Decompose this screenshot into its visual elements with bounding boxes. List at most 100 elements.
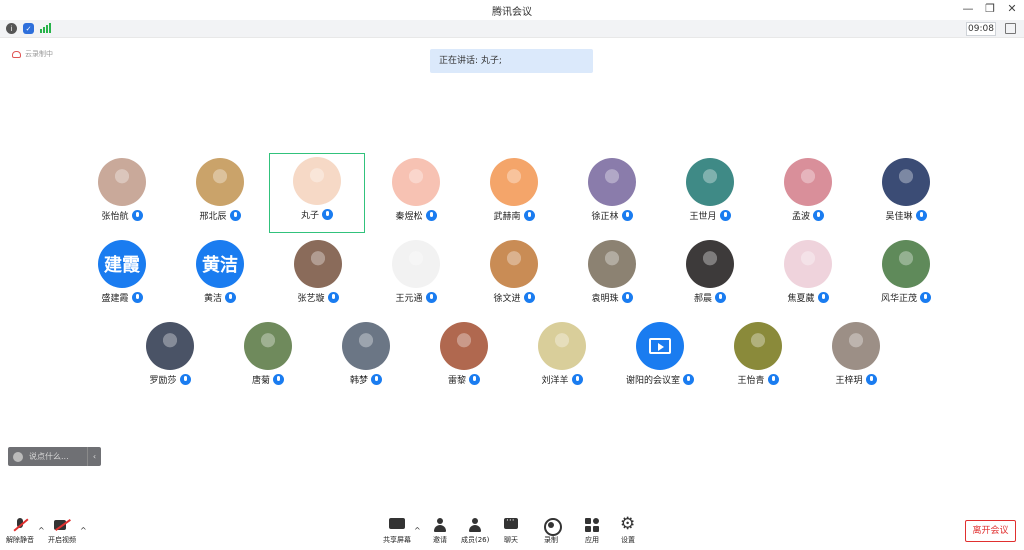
- participant-name: 郝晨: [693, 294, 712, 304]
- leave-meeting-button[interactable]: 离开会议: [965, 520, 1016, 542]
- info-icon[interactable]: i: [6, 23, 17, 34]
- meeting-clock: 09:08: [966, 22, 996, 36]
- mic-icon: [817, 292, 829, 303]
- participant-name: 邢北辰: [199, 212, 227, 222]
- signal-icon[interactable]: [40, 23, 51, 33]
- chat-label: 聊天: [504, 536, 518, 544]
- bottom-toolbar: 解除静音 ^ 开启视频 ^ 共享屏幕 ^ 邀请 成员(26) 聊天 录制 应用 …: [0, 512, 1024, 550]
- participant-name: 焦夏葳: [787, 294, 815, 304]
- participant-tile[interactable]: 袁明珠: [564, 236, 660, 316]
- participant-tile[interactable]: 建霞 盛建霞: [74, 236, 170, 316]
- share-screen-button[interactable]: 共享屏幕: [383, 518, 411, 545]
- participant-name-row: 盛建霞: [74, 291, 170, 304]
- unmute-button[interactable]: 解除静音: [6, 518, 34, 545]
- participant-tile[interactable]: 秦煜松: [368, 154, 464, 234]
- participant-name: 风华正茂: [880, 294, 917, 304]
- emoji-icon[interactable]: [13, 451, 23, 462]
- participant-tile[interactable]: 王怡青: [710, 318, 806, 398]
- mic-icon: [767, 374, 779, 385]
- participant-name-row: 吴佳琳: [858, 209, 954, 222]
- participant-tile[interactable]: 徐文进: [466, 236, 562, 316]
- participant-name: 唐菊: [251, 376, 270, 386]
- invite-button[interactable]: 邀请: [432, 518, 448, 545]
- participant-name-row: 郝晨: [662, 291, 758, 304]
- participant-tile[interactable]: 焦夏葳: [760, 236, 856, 316]
- mic-icon: [865, 374, 877, 385]
- chevron-left-icon[interactable]: ‹: [87, 447, 101, 466]
- participant-tile[interactable]: 黄洁 黄洁: [172, 236, 268, 316]
- participant-tile[interactable]: 郝晨: [662, 236, 758, 316]
- record-label: 录制: [544, 536, 558, 544]
- participant-tile[interactable]: 邢北辰: [172, 154, 268, 234]
- participant-tile[interactable]: 武赫南: [466, 154, 562, 234]
- avatar: [392, 240, 440, 288]
- participant-tile[interactable]: 罗励莎: [122, 318, 218, 398]
- recording-label: 云录制中: [25, 50, 53, 58]
- mic-icon: [131, 210, 143, 221]
- apps-icon: [584, 518, 600, 532]
- participant-tile[interactable]: 王世月: [662, 154, 758, 234]
- unmute-label: 解除静音: [6, 536, 34, 544]
- participant-tile[interactable]: 孟波: [760, 154, 856, 234]
- participant-name: 王怡青: [737, 376, 765, 386]
- audio-options-caret[interactable]: ^: [38, 526, 45, 535]
- chat-button[interactable]: 聊天: [503, 516, 519, 545]
- minimize-icon[interactable]: —: [962, 2, 974, 15]
- avatar: [686, 240, 734, 288]
- participant-tile[interactable]: 王元通: [368, 236, 464, 316]
- participant-tile[interactable]: 雷黎: [416, 318, 512, 398]
- participant-tile[interactable]: 吴佳琳: [858, 154, 954, 234]
- members-button[interactable]: 成员(26): [461, 518, 489, 545]
- participant-name: 罗励莎: [149, 376, 177, 386]
- restore-icon[interactable]: ❐: [984, 2, 996, 15]
- participant-tile[interactable]: 张艺璇: [270, 236, 366, 316]
- avatar: [294, 240, 342, 288]
- participant-name: 张艺璇: [297, 294, 325, 304]
- record-button[interactable]: 录制: [543, 518, 562, 545]
- avatar: [784, 240, 832, 288]
- participant-tile[interactable]: 风华正茂: [858, 236, 954, 316]
- mic-icon: [683, 374, 694, 385]
- participant-tile[interactable]: 唐菊: [220, 318, 316, 398]
- avatar: [98, 158, 146, 206]
- participant-name: 丸子: [300, 211, 319, 221]
- gear-icon: [620, 514, 636, 534]
- start-video-button[interactable]: 开启视频: [48, 518, 76, 545]
- participant-name-row: 王怡青: [710, 373, 806, 386]
- video-options-caret[interactable]: ^: [80, 526, 87, 535]
- mic-icon: [715, 292, 726, 303]
- mic-icon: [920, 292, 931, 303]
- participant-tile[interactable]: 王梓玥: [808, 318, 904, 398]
- avatar: [196, 158, 244, 206]
- shield-icon[interactable]: ✓: [23, 23, 34, 34]
- participant-tile[interactable]: 谢阳的会议室: [612, 318, 708, 398]
- participant-name: 袁明珠: [591, 294, 619, 304]
- close-icon[interactable]: ✕: [1006, 2, 1018, 15]
- participant-tile[interactable]: 徐正林: [564, 154, 660, 234]
- window-title: 腾讯会议: [492, 7, 532, 18]
- share-screen-label: 共享屏幕: [383, 536, 411, 544]
- mic-icon: [131, 292, 143, 303]
- participant-tile[interactable]: 丸子: [269, 153, 365, 233]
- recording-indicator[interactable]: 云录制中: [12, 49, 53, 59]
- participant-name-row: 王世月: [662, 209, 758, 222]
- avatar: [490, 158, 538, 206]
- participant-name-row: 张艺璇: [270, 291, 366, 304]
- participant-tile[interactable]: 韩梦: [318, 318, 414, 398]
- participant-tile[interactable]: 张怡航: [74, 154, 170, 234]
- avatar: [538, 322, 586, 370]
- participant-name: 孟波: [791, 212, 810, 222]
- chat-placeholder: 说点什么...: [29, 452, 69, 461]
- settings-button[interactable]: 设置: [620, 514, 636, 545]
- start-video-label: 开启视频: [48, 536, 76, 544]
- chat-input[interactable]: 说点什么... ‹: [8, 447, 101, 466]
- apps-button[interactable]: 应用: [584, 518, 600, 545]
- participant-tile[interactable]: 刘洋羊: [514, 318, 610, 398]
- share-options-caret[interactable]: ^: [414, 526, 421, 535]
- avatar: [588, 158, 636, 206]
- participant-name-row: 王梓玥: [808, 373, 904, 386]
- avatar: [784, 158, 832, 206]
- avatar: 黄洁: [196, 240, 244, 288]
- participant-name: 刘洋羊: [541, 376, 569, 386]
- fullscreen-icon[interactable]: [1005, 23, 1016, 34]
